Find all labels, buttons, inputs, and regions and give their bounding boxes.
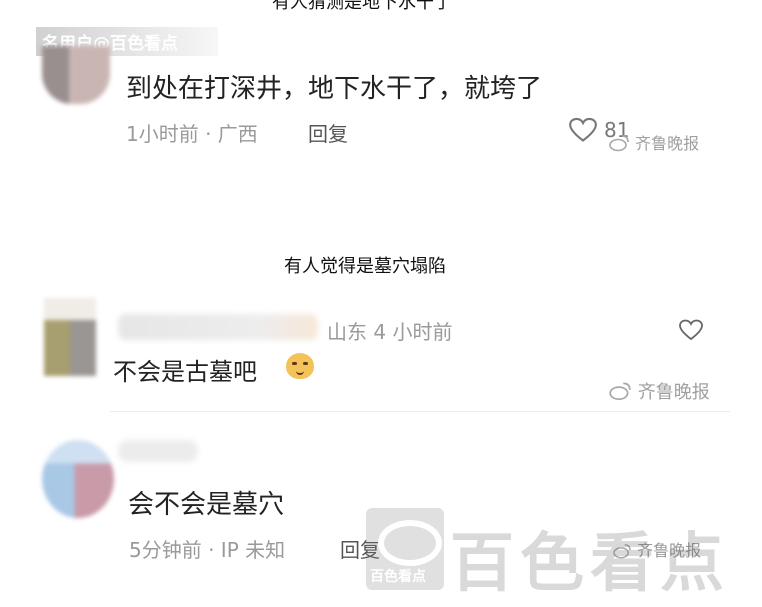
heart-icon — [569, 117, 597, 142]
reply-button[interactable]: 回复 — [308, 118, 348, 147]
baise-watermark: 百色看点 百色看点 — [366, 508, 758, 601]
watermark-text: 齐鲁晚报 — [637, 382, 710, 403]
comment-meta: 5分钟前 · IP 未知 — [129, 538, 286, 562]
comment-text: 到处在打深井，地下水干了，就垮了 — [126, 74, 543, 104]
baise-logo-label: 百色看点 — [370, 569, 426, 585]
avatar[interactable] — [42, 46, 110, 104]
like-button[interactable] — [569, 117, 597, 147]
username-blurred[interactable] — [118, 314, 318, 340]
weibo-watermark: 齐鲁晚报 — [608, 130, 699, 154]
top-caption: 有人猜测是地下水干了 — [272, 0, 452, 13]
laugh-emoji-icon — [286, 353, 314, 379]
username-blurred[interactable] — [118, 440, 198, 462]
comment-text: 会不会是墓穴 — [128, 490, 285, 520]
weibo-logo-icon — [609, 382, 631, 401]
watermark-text: 齐鲁晚报 — [635, 134, 700, 153]
baise-logo-icon: 百色看点 — [366, 508, 444, 590]
weibo-watermark: 齐鲁晚报 — [608, 378, 710, 404]
baise-watermark-text: 百色看点 — [450, 527, 730, 601]
avatar[interactable] — [42, 440, 114, 518]
comment-text: 不会是古墓吧 — [113, 358, 257, 386]
weibo-logo-icon — [609, 135, 629, 152]
like-button[interactable] — [679, 319, 703, 345]
heart-icon — [679, 319, 703, 341]
middle-caption: 有人觉得是墓穴塌陷 — [284, 256, 446, 277]
divider — [110, 411, 730, 412]
comment-meta: 山东 4 小时前 — [327, 320, 453, 344]
comment-meta: 1小时前 · 广西 — [126, 122, 258, 146]
avatar[interactable] — [44, 298, 96, 376]
